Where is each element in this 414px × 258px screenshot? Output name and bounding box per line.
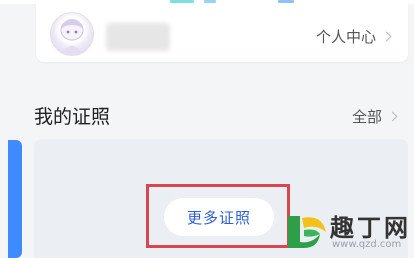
tab-indicator (204, 0, 216, 3)
tab-indicator (170, 0, 194, 3)
leaf-logo-icon (288, 216, 326, 248)
watermark: 趣丁网 www.qzd.com (282, 208, 414, 258)
avatar[interactable] (50, 12, 94, 56)
chevron-right-icon (387, 111, 398, 122)
previous-card-edge[interactable] (8, 140, 22, 258)
view-all-link[interactable]: 全部 (351, 106, 398, 127)
tab-indicator (278, 0, 294, 3)
chevron-right-icon (381, 31, 392, 42)
highlight-annotation-box (146, 184, 290, 248)
profile-card[interactable]: 个人中心 (36, 4, 408, 62)
watermark-url: www.qzd.com (332, 239, 402, 250)
view-all-label: 全部 (351, 108, 382, 126)
avatar-illustration-icon (60, 19, 84, 53)
personal-center-link[interactable]: 个人中心 (315, 26, 392, 47)
personal-center-label: 个人中心 (315, 28, 376, 46)
watermark-brand: 趣丁网 (330, 213, 411, 242)
my-certificates-title: 我的证照 (34, 106, 111, 128)
username-blurred (106, 23, 170, 51)
